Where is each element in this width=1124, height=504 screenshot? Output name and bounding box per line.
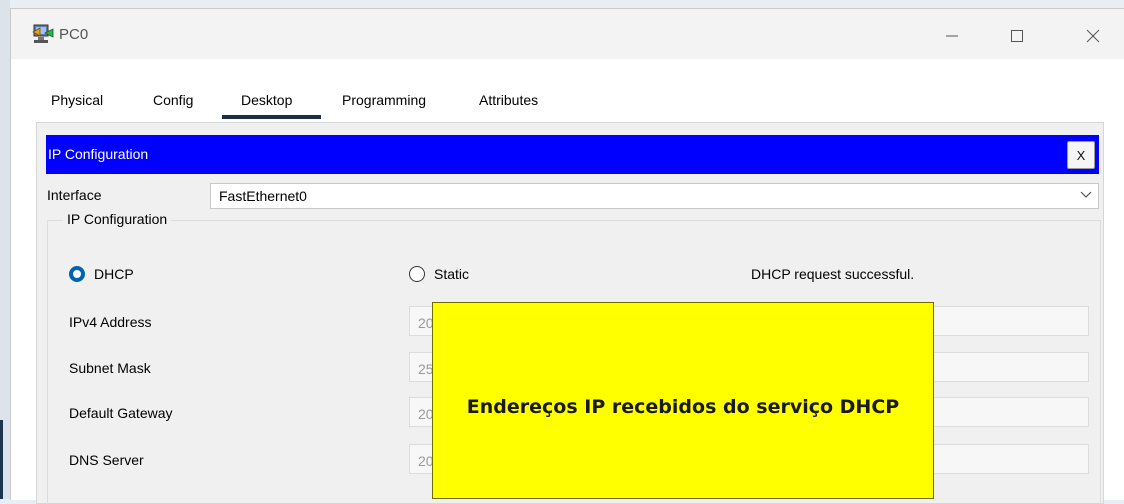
dhcp-radio[interactable] bbox=[69, 266, 85, 282]
tab-desktop[interactable]: Desktop bbox=[241, 92, 292, 108]
active-tab-indicator bbox=[222, 115, 321, 119]
close-panel-button[interactable]: X bbox=[1067, 141, 1095, 169]
minimize-icon bbox=[946, 35, 958, 37]
static-label[interactable]: Static bbox=[434, 266, 469, 282]
maximize-icon bbox=[1011, 30, 1023, 42]
pc-app-icon bbox=[31, 23, 55, 45]
interface-label: Interface bbox=[47, 187, 102, 203]
annotation-text: Endereços IP recebidos do serviço DHCP bbox=[466, 395, 900, 418]
tab-programming[interactable]: Programming bbox=[342, 92, 426, 108]
group-title: IP Configuration bbox=[63, 211, 172, 227]
close-icon bbox=[1086, 29, 1100, 43]
interface-select[interactable]: FastEthernet0 bbox=[210, 183, 1099, 209]
background-fragment bbox=[442, 0, 562, 12]
tab-attributes[interactable]: Attributes bbox=[479, 92, 538, 108]
background-fragment bbox=[0, 420, 3, 499]
window-title: PC0 bbox=[59, 26, 89, 43]
ip-configuration-header: IP Configuration X bbox=[46, 135, 1099, 174]
interface-value: FastEthernet0 bbox=[219, 188, 307, 204]
static-radio[interactable] bbox=[409, 266, 425, 282]
tab-physical[interactable]: Physical bbox=[51, 92, 103, 108]
default-gateway-label: Default Gateway bbox=[69, 405, 173, 421]
tab-config[interactable]: Config bbox=[153, 92, 193, 108]
close-button[interactable] bbox=[1070, 19, 1116, 53]
maximize-button[interactable] bbox=[994, 19, 1040, 53]
dhcp-label[interactable]: DHCP bbox=[94, 266, 134, 282]
minimize-button[interactable] bbox=[929, 19, 975, 53]
ip-configuration-title: IP Configuration bbox=[48, 146, 149, 162]
subnet-mask-label: Subnet Mask bbox=[69, 360, 151, 376]
dhcp-status-text: DHCP request successful. bbox=[751, 266, 915, 282]
title-bar[interactable]: PC0 bbox=[11, 9, 1124, 59]
annotation-callout: Endereços IP recebidos do serviço DHCP bbox=[432, 302, 934, 499]
ipv4-address-label: IPv4 Address bbox=[69, 314, 152, 330]
chevron-down-icon bbox=[1080, 191, 1092, 198]
dns-server-label: DNS Server bbox=[69, 452, 144, 468]
tab-bar: Physical Config Desktop Programming Attr… bbox=[36, 80, 576, 122]
